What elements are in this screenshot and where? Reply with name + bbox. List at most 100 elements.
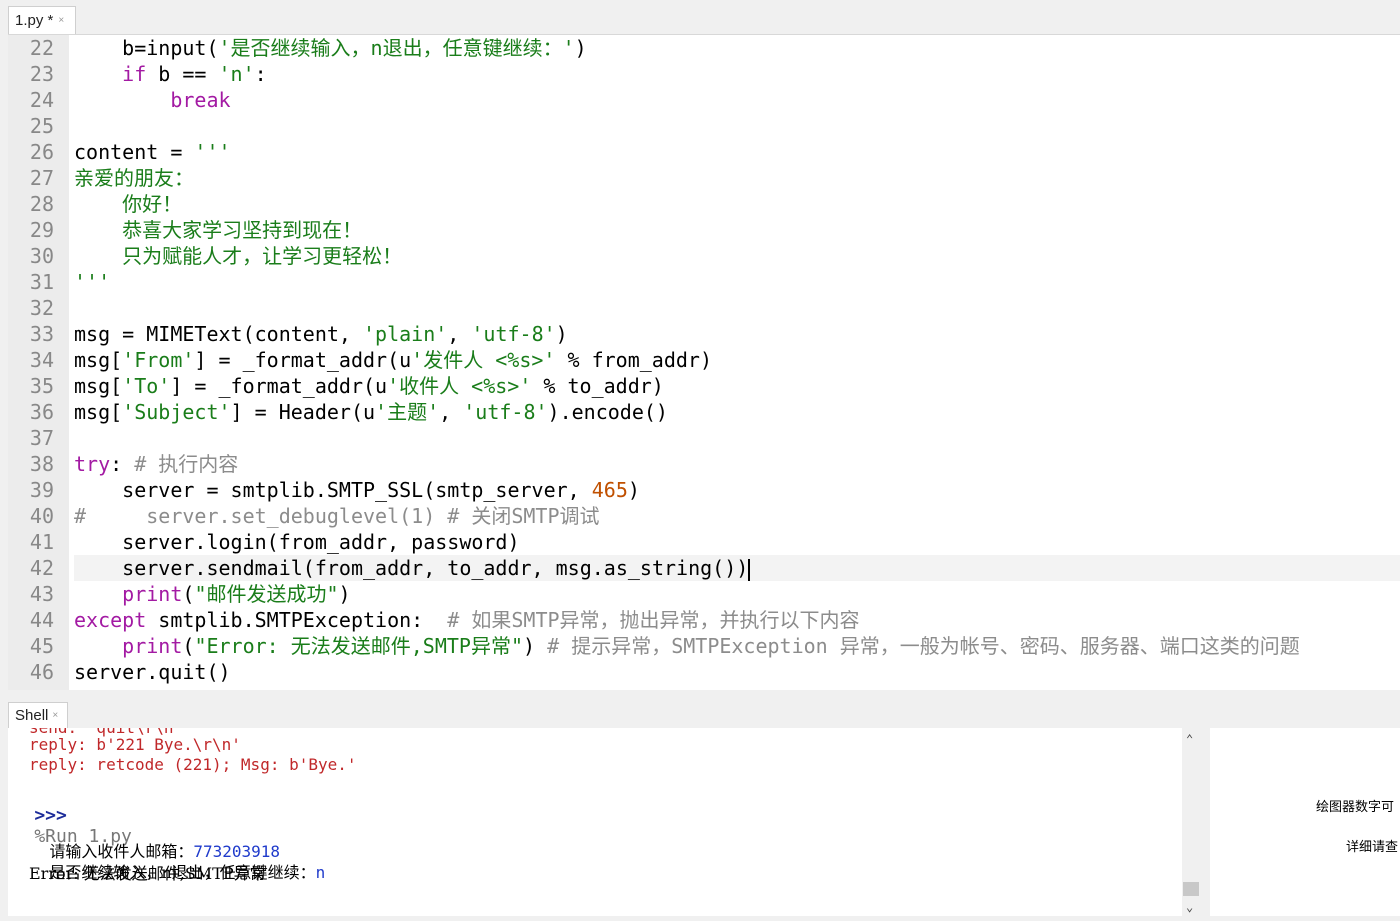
code-line[interactable]: 22 b=input('是否继续输入，n退出，任意键继续：'): [8, 35, 1400, 61]
code-token: # server.set_debuglevel(1) # 关闭SMTP调试: [74, 504, 600, 528]
code-line[interactable]: 35 msg['To'] = _format_addr(u'收件人 <%s>' %…: [8, 373, 1400, 399]
shell-scrollbar[interactable]: ⌃ ⌄: [1182, 728, 1200, 916]
code-text: 恭喜大家学习坚持到现在！: [74, 217, 1400, 243]
line-number: 40: [29, 504, 54, 528]
code-token: ): [627, 478, 640, 502]
code-text: ''': [74, 269, 1400, 295]
code-text: except smtplib.SMTPException: # 如果SMTP异常…: [74, 607, 1400, 633]
code-token: ,: [439, 400, 464, 424]
code-line[interactable]: 23 if b == 'n':: [8, 61, 1400, 87]
tab-1-py[interactable]: 1.py * ×: [8, 6, 76, 34]
code-token: server.sendmail(from_addr, to_addr, msg.…: [74, 556, 749, 580]
code-token: try: [74, 452, 111, 476]
code-token: 465: [591, 478, 628, 502]
shell-reply-line: reply: retcode (221); Msg: b'Bye.': [29, 755, 357, 774]
code-text: server.login(from_addr, password): [74, 529, 1400, 555]
code-token: ).encode(): [547, 400, 668, 424]
line-number: 39: [29, 478, 54, 502]
scrollbar-thumb[interactable]: [1183, 882, 1199, 896]
line-number: 22: [29, 36, 54, 60]
line-number: 31: [29, 270, 54, 294]
code-line[interactable]: 41 server.login(from_addr, password): [8, 529, 1400, 555]
code-token: '主题': [375, 400, 440, 424]
line-number: 35: [29, 374, 54, 398]
code-token: msg[: [74, 348, 123, 372]
code-text: try: # 执行内容: [74, 451, 1400, 477]
code-text: msg = MIMEText(content, 'plain', 'utf-8'…: [74, 321, 1400, 347]
code-line[interactable]: 33 msg = MIMEText(content, 'plain', 'utf-…: [8, 321, 1400, 347]
line-number: 45: [29, 634, 54, 658]
code-text: # server.set_debuglevel(1) # 关闭SMTP调试: [74, 503, 1400, 529]
line-number: 41: [29, 530, 54, 554]
code-token: ): [338, 582, 351, 606]
code-line[interactable]: 29 恭喜大家学习坚持到现在！: [8, 217, 1400, 243]
line-number: 33: [29, 322, 54, 346]
line-number: 23: [29, 62, 54, 86]
scroll-down-icon[interactable]: ⌄: [1186, 900, 1193, 914]
code-line[interactable]: 28 你好！: [8, 191, 1400, 217]
shell-console[interactable]: send: 'quit\r\n' reply: b'221 Bye.\r\n' …: [8, 728, 1182, 916]
code-line[interactable]: 44 except smtplib.SMTPException: # 如果SMTP…: [8, 607, 1400, 633]
code-line[interactable]: 42 server.sendmail(from_addr, to_addr, m…: [8, 555, 1400, 581]
code-line[interactable]: 46 server.quit(): [8, 659, 1400, 685]
code-line[interactable]: 40 # server.set_debuglevel(1) # 关闭SMTP调试: [8, 503, 1400, 529]
code-line[interactable]: 38 try: # 执行内容: [8, 451, 1400, 477]
code-line[interactable]: 36 msg['Subject'] = Header(u'主题', 'utf-8'…: [8, 399, 1400, 425]
scroll-up-icon[interactable]: ⌃: [1186, 732, 1193, 746]
code-token: '是否继续输入，n退出，任意键继续：': [218, 36, 575, 60]
code-text: break: [74, 87, 1400, 113]
code-token: except: [74, 608, 147, 632]
code-token: "Error: 无法发送邮件,SMTP异常": [194, 634, 524, 658]
line-number: 34: [29, 348, 54, 372]
code-editor[interactable]: 22 b=input('是否继续输入，n退出，任意键继续：') 23 if b =…: [8, 34, 1400, 691]
code-line[interactable]: 45 print("Error: 无法发送邮件,SMTP异常") # 提示异常，…: [8, 633, 1400, 659]
shell-tab-strip: Shell ×: [0, 690, 1400, 728]
tab-shell[interactable]: Shell ×: [8, 702, 68, 728]
line-number: 30: [29, 244, 54, 268]
code-line[interactable]: 37: [8, 425, 1400, 451]
code-text: 你好！: [74, 191, 1400, 217]
code-token: 'utf-8': [471, 322, 556, 346]
code-line[interactable]: 30 只为赋能人才，让学习更轻松！: [8, 243, 1400, 269]
side-panel-text: 绘图器数字可: [1316, 799, 1395, 814]
code-line[interactable]: 39 server = smtplib.SMTP_SSL(smtp_server…: [8, 477, 1400, 503]
line-number: 25: [29, 114, 54, 138]
code-text: print("Error: 无法发送邮件,SMTP异常") # 提示异常，SMT…: [74, 633, 1400, 659]
code-token: 'plain': [362, 322, 448, 346]
line-number: 46: [29, 660, 54, 684]
code-text: server = smtplib.SMTP_SSL(smtp_server, 4…: [74, 477, 1400, 503]
code-text: if b == 'n':: [74, 61, 1400, 87]
code-text: print("邮件发送成功"): [74, 581, 1400, 607]
code-text: b=input('是否继续输入，n退出，任意键继续：'): [74, 35, 1400, 61]
code-token: % to_addr): [531, 374, 664, 398]
code-token: 你好！: [74, 192, 183, 216]
code-line[interactable]: 27 亲爱的朋友：: [8, 165, 1400, 191]
code-token: '发件人 <%s>': [411, 348, 556, 372]
line-number: 28: [29, 192, 54, 216]
code-text: content = ''': [74, 139, 1400, 165]
tab-close-icon[interactable]: ×: [58, 15, 64, 26]
code-line[interactable]: 25: [8, 113, 1400, 139]
code-token: break: [170, 88, 231, 112]
shell-input-value: n: [315, 863, 326, 882]
code-line[interactable]: 26 content = ''': [8, 139, 1400, 165]
shell-error-output: Error: 无法发送邮件,SMTP异常: [29, 864, 266, 883]
code-token: :: [254, 62, 267, 86]
code-text: server.sendmail(from_addr, to_addr, msg.…: [74, 555, 1400, 581]
code-line[interactable]: 31 ''': [8, 269, 1400, 295]
code-token: msg[: [74, 374, 123, 398]
shell-tab-close-icon[interactable]: ×: [52, 710, 58, 721]
line-number: 32: [29, 296, 54, 320]
code-token: content =: [74, 140, 195, 164]
code-token: ,: [447, 322, 472, 346]
code-token: :: [110, 452, 135, 476]
code-line[interactable]: 24 break: [8, 87, 1400, 113]
code-line[interactable]: 32: [8, 295, 1400, 321]
code-text: 只为赋能人才，让学习更轻松！: [74, 243, 1400, 269]
code-token: 恭喜大家学习坚持到现在！: [74, 218, 363, 242]
code-text: msg['To'] = _format_addr(u'收件人 <%s>' % t…: [74, 373, 1400, 399]
code-line[interactable]: 43 print("邮件发送成功"): [8, 581, 1400, 607]
